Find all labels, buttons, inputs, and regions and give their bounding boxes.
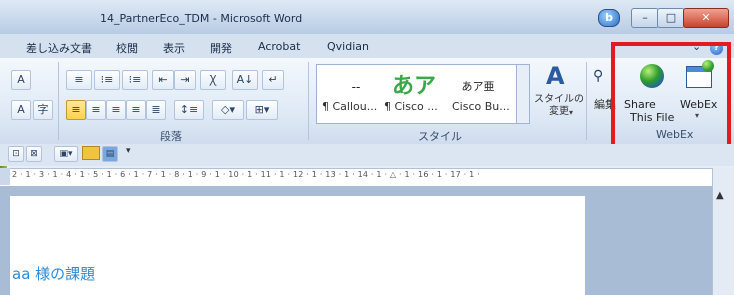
qat-layout-icon[interactable]: ⊡ [8, 146, 24, 162]
align-right-icon[interactable]: ≡ [106, 100, 126, 120]
change-styles-label[interactable]: スタイルの 変更 [534, 94, 584, 118]
webex-highlight-box [611, 42, 731, 152]
shading-icon[interactable]: ◇▾ [212, 100, 244, 120]
style-name-callout[interactable]: ¶ Callou... [322, 100, 377, 113]
tab-mailings[interactable]: 差し込み文書 [26, 40, 92, 56]
sort-icon[interactable]: A↓ [232, 70, 258, 90]
style-preview-callout[interactable]: -- [336, 80, 376, 94]
asian-layout-icon[interactable]: Ꭓ [200, 70, 226, 90]
minimize-icon: – [642, 11, 648, 24]
change-styles-icon[interactable]: A [546, 62, 565, 90]
bullets-icon[interactable]: ≡ [66, 70, 92, 90]
document-heading[interactable]: aa 様の課題 [12, 263, 95, 284]
borders-icon[interactable]: ⊞▾ [246, 100, 278, 120]
tab-qvidian[interactable]: Qvidian [327, 40, 369, 53]
qat-table-icon[interactable]: ⊠ [26, 146, 42, 162]
distributed-icon[interactable]: ≣ [146, 100, 166, 120]
enclose-characters-icon[interactable]: 字 [33, 100, 53, 120]
tab-developer[interactable]: 開発 [210, 40, 232, 56]
scroll-up-icon[interactable]: ▲ [716, 190, 724, 201]
style-preview-cisco-bullet[interactable]: あア亜 [450, 78, 506, 94]
paragraph-group-label: 段落 [160, 130, 182, 143]
close-icon: ✕ [701, 11, 711, 24]
line-spacing-icon[interactable]: ↕≡ [174, 100, 204, 120]
close-button[interactable]: ✕ [683, 8, 729, 28]
align-left-icon[interactable]: ≡ [66, 100, 86, 120]
vertical-scrollbar[interactable] [712, 168, 734, 295]
increase-indent-icon[interactable]: ⇥ [174, 70, 196, 90]
find-icon[interactable]: ⚲ [593, 68, 603, 84]
align-center-icon[interactable]: ≡ [86, 100, 106, 120]
document-page[interactable] [10, 196, 585, 295]
style-preview-cisco[interactable]: あア [384, 68, 444, 100]
font-size-icon[interactable]: A [11, 70, 31, 90]
style-name-cisco[interactable]: ¶ Cisco ... [384, 100, 438, 113]
justify-icon[interactable]: ≡ [126, 100, 146, 120]
window-title: 14_PartnerEco_TDM - Microsoft Word [100, 12, 303, 25]
ruler-ticks: 2 · 1 · 3 · 1 · 4 · 1 · 5 · 1 · 6 · 1 · … [12, 170, 480, 179]
styles-gallery-scroll[interactable] [516, 64, 530, 124]
styles-group-label: スタイル [418, 130, 462, 143]
multilevel-list-icon[interactable]: ⁝≡ [122, 70, 148, 90]
show-formatting-icon[interactable]: ↵ [262, 70, 284, 90]
tab-view[interactable]: 表示 [163, 40, 185, 56]
maximize-icon: □ [665, 11, 677, 24]
tab-acrobat[interactable]: Acrobat [258, 40, 300, 53]
qat-folder-icon[interactable] [82, 146, 100, 160]
maximize-button[interactable]: □ [657, 8, 685, 28]
qat-save-icon[interactable]: ▤ [102, 146, 118, 162]
font-color-icon[interactable]: A [11, 100, 31, 120]
qat-customize-caret[interactable]: ▾ [126, 146, 131, 156]
group-separator [586, 62, 587, 140]
group-separator [308, 62, 309, 140]
decrease-indent-icon[interactable]: ⇤ [152, 70, 174, 90]
style-name-cisco-bullet[interactable]: Cisco Bu... [452, 100, 510, 113]
numbering-icon[interactable]: ⁝≡ [94, 70, 120, 90]
tab-review[interactable]: 校閲 [116, 40, 138, 56]
change-styles-caret[interactable]: ▾ [569, 108, 573, 117]
group-separator [58, 62, 59, 140]
qat-view-icon[interactable]: ▣▾ [54, 146, 78, 162]
ruler-margin [0, 168, 10, 185]
office-update-badge-icon[interactable]: b [598, 9, 620, 27]
minimize-button[interactable]: – [631, 8, 659, 28]
